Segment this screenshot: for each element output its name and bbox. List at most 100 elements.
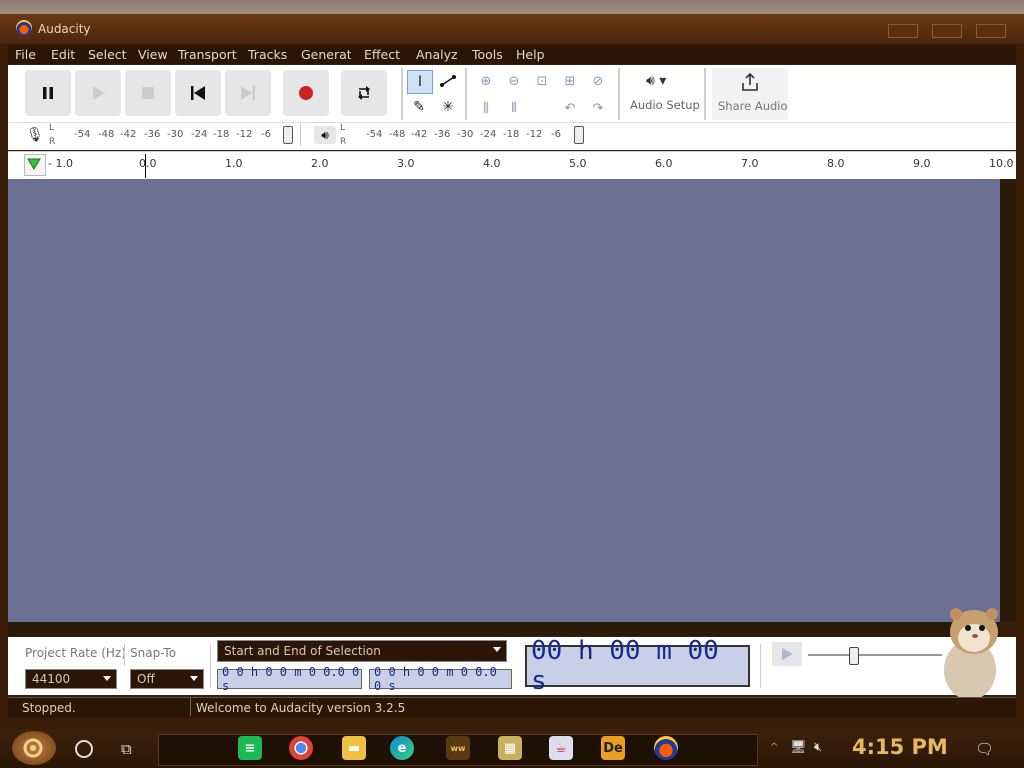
winamp-app-icon[interactable]: ww [446,736,470,760]
record-meter-tick: -6 [261,129,271,140]
record-meter-tick: -36 [144,129,161,140]
selection-start-time[interactable]: 0 0 h 0 0 m 0 0.0 0 s [217,665,362,693]
network-icon[interactable]: 🖥︎ [790,740,807,755]
skip-to-start-button[interactable] [175,70,221,116]
record-meter-button[interactable]: 🎙︎ [26,127,44,143]
notification-icon[interactable]: 🗨︎ [975,740,994,758]
undo-button[interactable]: ↶ [559,97,581,119]
record-meter-tick: -18 [213,129,230,140]
multi-tool-button[interactable]: ✳ [436,96,460,118]
right-channel-label: R [49,137,56,147]
selection-end-time[interactable]: 0 0 h 0 0 m 0 0.0 0 s [369,665,512,693]
share-audio-button[interactable]: Share Audio [712,68,788,120]
trim-audio-button[interactable]: ⫼ [475,97,497,119]
menu-edit[interactable]: Edit [51,47,75,62]
bottom-separator [210,644,211,688]
track-area[interactable] [8,179,1000,622]
audio-position-value: 00 h 00 m 00 s [531,636,719,696]
green-triangle-icon [27,158,41,170]
draw-tool-button[interactable]: ✎ [407,96,431,118]
record-meter-tick: -48 [98,129,115,140]
menu-select[interactable]: Select [88,47,127,62]
menu-analyze[interactable]: Analyze [416,47,458,62]
project-rate-dropdown[interactable]: 44100 [25,669,117,689]
horizontal-scrollbar[interactable] [8,622,1000,636]
spotify-app-icon[interactable]: ≡ [238,736,262,760]
start-button[interactable] [12,731,56,765]
zoom-out-button[interactable]: ⊖ [503,70,525,92]
de-app-icon[interactable]: De [601,736,625,760]
chrome-app-icon[interactable] [289,736,313,760]
zoom-in-icon: ⊕ [480,73,492,89]
loop-button[interactable] [341,70,387,116]
taskbar-clock[interactable]: 4:15 PM [852,735,948,759]
playback-meter-tick: -48 [389,129,406,140]
play-icon [93,86,105,100]
show-hidden-icons-icon[interactable]: ^ [770,742,778,753]
play-icon [782,648,793,660]
play-button[interactable] [75,70,121,116]
menu-file[interactable]: File [15,47,36,62]
menu-tools[interactable]: Tools [472,47,503,62]
file-explorer-icon[interactable]: ▬ [342,736,366,760]
redo-button[interactable]: ↷ [587,97,609,119]
playback-level-slider[interactable] [574,126,584,144]
minimize-button[interactable] [888,24,918,38]
title-bar[interactable] [0,14,1024,44]
zoom-in-button[interactable]: ⊕ [475,70,497,92]
audio-position-display[interactable]: 00 h 00 m 00 s [525,636,750,696]
left-channel-label: L [340,123,346,133]
playback-meter-tick: -54 [366,129,383,140]
menu-tracks[interactable]: Tracks [248,47,287,62]
close-button[interactable] [976,24,1006,38]
selection-mode-dropdown[interactable]: Start and End of Selection [217,640,507,662]
meter-separator [300,124,301,146]
selection-tool-button[interactable]: I [407,70,433,94]
pause-button[interactable] [25,70,71,116]
audio-setup-button[interactable]: 🔊︎ ▾ Audio Setup [626,68,700,120]
trim-icon: ⫼ [483,100,489,116]
volume-muted-icon[interactable]: 🔇︎ [814,740,822,755]
task-view-icon[interactable]: ⧉ [121,740,132,758]
playback-meter-button[interactable]: 🔊︎ [314,126,336,144]
timeline-options-button[interactable] [24,154,46,176]
ruler-tick-label: 3.0 [397,157,415,170]
menu-view[interactable]: View [138,47,168,62]
menu-effect[interactable]: Effect [364,47,400,62]
puzzle-app-icon[interactable]: ▦ [498,736,522,760]
menu-help[interactable]: Help [516,47,545,62]
timeline-ruler[interactable] [8,151,1016,180]
menu-generate[interactable]: Generate [301,47,351,62]
chevron-down-icon [190,676,198,681]
microphone-icon: 🎙︎ [26,127,44,143]
record-level-slider[interactable] [283,126,293,144]
silence-audio-button[interactable]: ⫴ [503,97,525,119]
fit-selection-button[interactable]: ⊡ [531,70,553,92]
ruler-tick-label: 2.0 [311,157,329,170]
bottom-separator [124,644,125,666]
skip-to-end-button[interactable] [225,70,271,116]
left-channel-label: L [49,123,55,133]
playback-meter-tick: -6 [551,129,561,140]
play-speed-slider[interactable] [849,647,859,665]
status-message: Welcome to Audacity version 3.2.5 [196,701,406,715]
playhead-marker[interactable] [145,154,146,178]
edge-app-icon[interactable]: e [390,736,414,760]
java-app-icon[interactable]: ☕︎ [549,736,573,760]
search-circle-icon[interactable] [75,740,93,758]
vertical-scrollbar[interactable] [1000,179,1016,622]
play-at-speed-button[interactable] [772,642,802,666]
audacity-logo-icon [16,20,32,36]
ruler-tick-label: 4.0 [483,157,501,170]
snap-to-dropdown[interactable]: Off [130,669,204,689]
menu-transport[interactable]: Transport [178,47,237,62]
audacity-taskbar-icon[interactable] [654,736,678,760]
ruler-tick-label: - 1.0 [48,157,73,170]
record-button[interactable] [283,70,329,116]
fit-project-button[interactable]: ⊞ [559,70,581,92]
envelope-tool-button[interactable] [436,70,460,92]
record-meter-tick: -30 [167,129,184,140]
zoom-toggle-button[interactable]: ⊘ [587,70,609,92]
maximize-button[interactable] [932,24,962,38]
stop-button[interactable] [125,70,171,116]
